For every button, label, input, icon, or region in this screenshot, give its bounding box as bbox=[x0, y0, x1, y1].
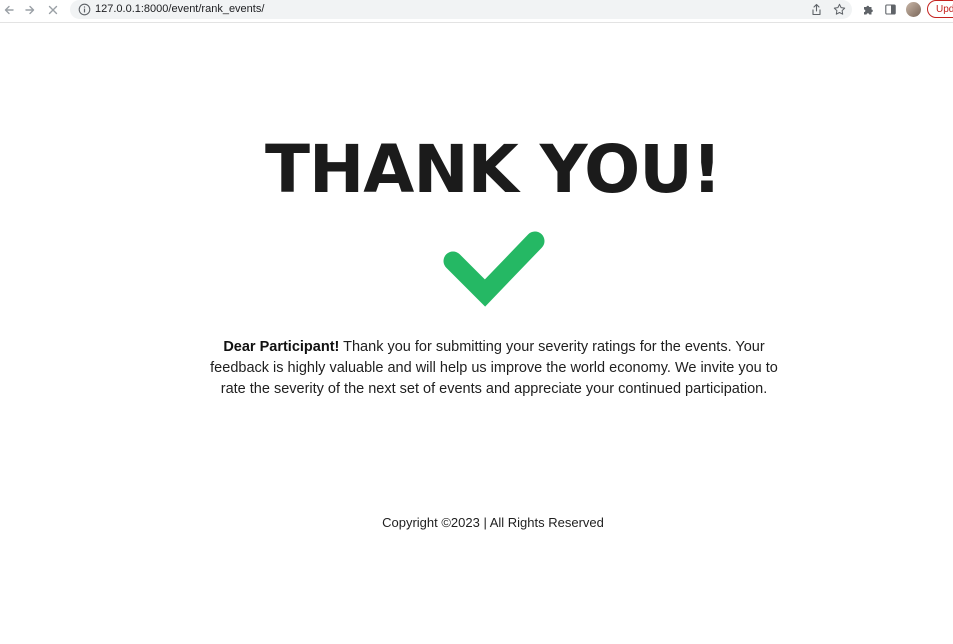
share-icon[interactable] bbox=[810, 3, 823, 16]
forward-button[interactable] bbox=[21, 1, 39, 19]
check-icon bbox=[443, 231, 545, 307]
extensions-icon[interactable] bbox=[862, 3, 875, 16]
side-panel-icon[interactable] bbox=[884, 3, 897, 16]
back-icon bbox=[4, 5, 14, 15]
greeting: Dear Participant! bbox=[223, 339, 340, 355]
forward-icon bbox=[25, 5, 35, 15]
back-button[interactable] bbox=[0, 1, 18, 19]
stop-button[interactable] bbox=[44, 1, 62, 19]
thank-you-message: Dear Participant! Thank you for submitti… bbox=[196, 337, 792, 400]
avatar[interactable] bbox=[906, 2, 921, 17]
page-title: THANK YOU! bbox=[265, 131, 722, 208]
copyright-footer: Copyright ©2023 | All Rights Reserved bbox=[382, 515, 604, 530]
star-icon[interactable] bbox=[833, 3, 846, 16]
stop-icon bbox=[48, 5, 58, 15]
address-bar[interactable]: 127.0.0.1:8000/event/rank_events/ bbox=[70, 0, 852, 19]
browser-toolbar: 127.0.0.1:8000/event/rank_events/ Upd bbox=[0, 0, 953, 23]
info-icon[interactable] bbox=[78, 3, 91, 16]
update-button[interactable]: Upd bbox=[927, 0, 953, 18]
url-text: 127.0.0.1:8000/event/rank_events/ bbox=[95, 3, 265, 15]
